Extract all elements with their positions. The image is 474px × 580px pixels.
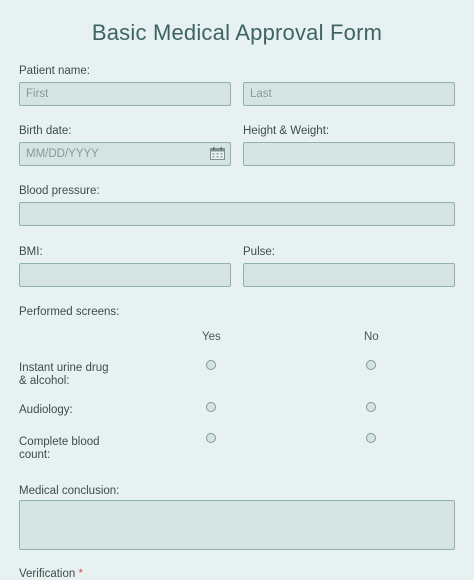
blood-count-no-radio[interactable] <box>366 433 376 443</box>
pulse-input[interactable] <box>243 263 455 287</box>
column-yes: Yes <box>202 331 221 343</box>
blood-pressure-label: Blood pressure: <box>19 185 100 197</box>
pulse-label: Pulse: <box>243 246 275 258</box>
screen-row-label-audiology: Audiology: <box>19 404 73 416</box>
medical-conclusion-textarea[interactable] <box>19 500 455 550</box>
screen-row-label-blood-count: Complete blood count: <box>19 436 100 461</box>
last-name-input[interactable]: Last <box>243 82 455 106</box>
calendar-icon[interactable] <box>210 147 225 160</box>
urine-no-radio[interactable] <box>366 360 376 370</box>
bmi-label: BMI: <box>19 246 43 258</box>
birth-date-label: Birth date: <box>19 125 72 137</box>
required-asterisk: * <box>78 568 83 580</box>
blood-pressure-input[interactable] <box>19 202 455 226</box>
screen-row-label-urine: Instant urine drug & alcohol: <box>19 362 109 387</box>
blood-count-yes-radio[interactable] <box>206 433 216 443</box>
audiology-no-radio[interactable] <box>366 402 376 412</box>
performed-screens-label: Performed screens: <box>19 306 120 318</box>
column-no: No <box>364 331 379 343</box>
patient-name-label: Patient name: <box>19 65 90 77</box>
verification-label: Verification * <box>19 568 83 580</box>
bmi-input[interactable] <box>19 263 231 287</box>
form-title: Basic Medical Approval Form <box>91 20 383 45</box>
medical-conclusion-label: Medical conclusion: <box>19 485 120 497</box>
first-name-input[interactable]: First <box>19 82 231 106</box>
height-weight-input[interactable] <box>243 142 455 166</box>
audiology-yes-radio[interactable] <box>206 402 216 412</box>
verification-label-text: Verification <box>19 568 76 580</box>
height-weight-label: Height & Weight: <box>243 125 330 137</box>
birth-date-placeholder: MM/DD/YYYY <box>26 148 99 160</box>
birth-date-input[interactable]: MM/DD/YYYY <box>19 142 231 166</box>
urine-yes-radio[interactable] <box>206 360 216 370</box>
